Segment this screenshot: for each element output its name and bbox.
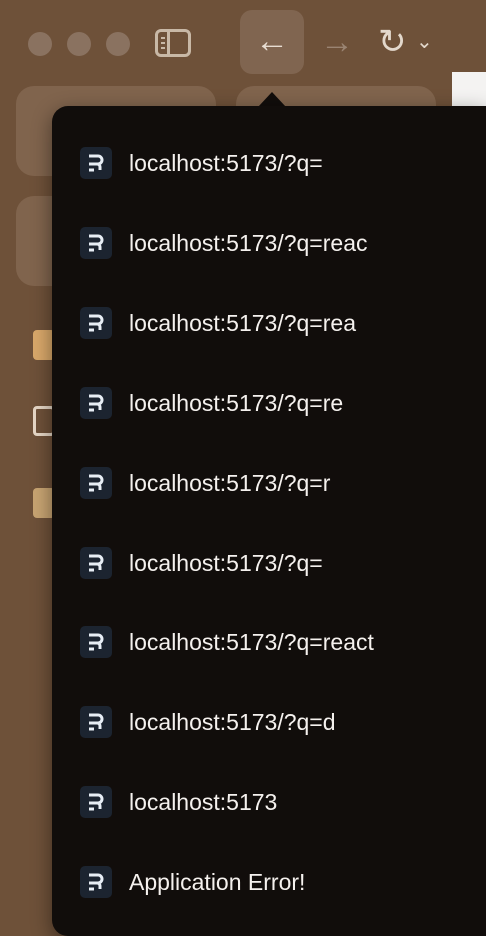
remix-favicon-icon: [80, 626, 112, 658]
back-button[interactable]: ←: [240, 10, 304, 74]
history-item[interactable]: localhost:5173/?q=: [80, 135, 470, 191]
menu-pointer: [258, 92, 286, 107]
history-item-label: localhost:5173/?q=d: [129, 708, 336, 735]
history-item[interactable]: Application Error!: [80, 854, 470, 910]
remix-favicon-icon: [80, 706, 112, 738]
history-item[interactable]: localhost:5173: [80, 774, 470, 830]
history-item[interactable]: localhost:5173/?q=d: [80, 694, 470, 750]
zoom-window-button[interactable]: [106, 32, 130, 56]
history-item[interactable]: localhost:5173/?q=r: [80, 455, 470, 511]
history-item[interactable]: localhost:5173/?q=reac: [80, 215, 470, 271]
history-item-label: localhost:5173/?q=: [129, 549, 323, 576]
history-item-label: localhost:5173/?q=r: [129, 469, 331, 496]
history-item-label: localhost:5173/?q=: [129, 149, 323, 176]
history-item-label: localhost:5173: [129, 788, 278, 815]
close-window-button[interactable]: [28, 32, 52, 56]
remix-favicon-icon: [80, 547, 112, 579]
history-item[interactable]: localhost:5173/?q=: [80, 535, 470, 591]
forward-button[interactable]: →: [320, 22, 354, 62]
sidebar-icon[interactable]: [155, 29, 191, 57]
remix-favicon-icon: [80, 387, 112, 419]
remix-favicon-icon: [80, 147, 112, 179]
toolbar-edge: [452, 0, 486, 72]
history-item-label: localhost:5173/?q=re: [129, 389, 344, 416]
remix-favicon-icon: [80, 866, 112, 898]
reload-menu-chevron-icon[interactable]: ⌄: [416, 28, 433, 56]
remix-favicon-icon: [80, 467, 112, 499]
reload-icon: ↻: [378, 23, 407, 61]
history-item[interactable]: localhost:5173/?q=react: [80, 614, 470, 670]
history-item-label: localhost:5173/?q=react: [129, 628, 374, 655]
arrow-left-icon: ←: [255, 22, 289, 60]
minimize-window-button[interactable]: [67, 32, 91, 56]
remix-favicon-icon: [80, 307, 112, 339]
reload-button[interactable]: ↻: [378, 22, 407, 62]
history-item[interactable]: localhost:5173/?q=re: [80, 375, 470, 431]
history-item-label: localhost:5173/?q=reac: [129, 229, 368, 256]
remix-favicon-icon: [80, 786, 112, 818]
back-history-menu: localhost:5173/?q= localhost:5173/?q=rea…: [52, 106, 486, 936]
history-item[interactable]: localhost:5173/?q=rea: [80, 295, 470, 351]
history-item-label: localhost:5173/?q=rea: [129, 309, 356, 336]
remix-favicon-icon: [80, 227, 112, 259]
history-item-label: Application Error!: [129, 868, 306, 895]
arrow-right-icon: →: [320, 23, 354, 61]
